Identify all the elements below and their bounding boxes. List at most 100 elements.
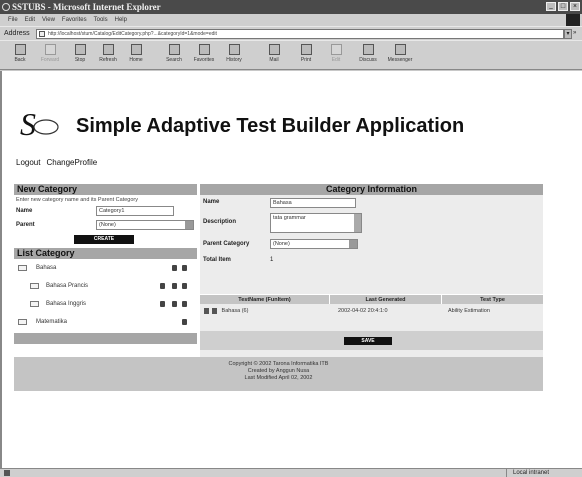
delete-icon[interactable] [182,265,187,271]
category-item[interactable]: Matematika [14,313,197,331]
edit-icon[interactable] [172,283,177,289]
category-name[interactable]: Bahasa Prancis [46,277,88,295]
save-bar: SAVE [200,331,543,350]
tests-table: TestName (FunItem) Last Generated Test T… [200,294,543,318]
mail-icon [268,44,280,55]
stum-logo-icon: S [20,107,59,141]
page-content: S Simple Adaptive Test Builder Applicati… [0,71,582,468]
tests-table-header: TestName (FunItem) Last Generated Test T… [200,294,543,304]
info-name-input[interactable]: Bahasa [270,198,356,208]
move-icon[interactable] [160,283,165,289]
history-button[interactable]: History [220,43,248,69]
address-input[interactable]: http://localhost/stum/Catalog/EditCatego… [36,29,564,39]
menu-favorites[interactable]: Favorites [62,14,87,26]
last-generated-cell: 2002-04-02 20:4:1:0 [338,308,388,314]
move-icon[interactable] [160,301,165,307]
app-title: Simple Adaptive Test Builder Application [76,115,465,137]
address-bar: Address http://localhost/stum/Catalog/Ed… [0,26,582,40]
delete-icon[interactable] [182,283,187,289]
menu-view[interactable]: View [42,14,55,26]
minimize-icon[interactable]: _ [546,2,556,11]
refresh-icon [102,44,114,55]
info-parent-row: Parent Category (None) [200,237,543,253]
table-row[interactable]: Bahasa (6) 2002-04-02 20:4:1:0 Ability E… [200,304,543,318]
page-footer: Copyright © 2002 Tarona Informatika ITB … [14,357,543,391]
favorites-button[interactable]: Favorites [190,43,218,69]
new-category-hint: Enter new category name and its Parent C… [16,197,138,203]
chevron-down-icon [349,240,357,248]
browser-toolbar: Back Forward Stop Refresh Home Search Fa… [0,40,582,70]
category-name[interactable]: Bahasa [36,259,56,277]
left-column: New Category Enter new category name and… [14,184,197,344]
info-total-value: 1 [270,257,274,263]
category-item[interactable]: Bahasa Prancis [14,277,197,295]
delete-icon[interactable] [182,319,187,325]
edit-icon[interactable] [172,301,177,307]
menu-edit[interactable]: Edit [25,14,35,26]
refresh-button[interactable]: Refresh [94,43,122,69]
textarea-scrollbar[interactable] [354,214,361,232]
delete-icon[interactable] [182,301,187,307]
forward-icon [44,44,56,55]
folder-icon [18,319,27,325]
folder-icon [30,283,39,289]
view-test-icon[interactable] [212,307,217,314]
close-icon[interactable]: × [570,2,580,11]
category-name[interactable]: Matematika [36,313,67,331]
category-name[interactable]: Bahasa Inggris [46,295,86,313]
category-name-input[interactable]: Category1 [96,206,174,216]
save-button[interactable]: SAVE [344,337,392,345]
ie-throbber-icon [566,14,580,26]
category-item[interactable]: Bahasa Inggris [14,295,197,313]
history-icon [228,44,240,55]
window-title: SSTUBS - Microsoft Internet Explorer [12,2,161,12]
info-description-textarea[interactable]: tata grammar [270,213,362,233]
parent-label: Parent [16,222,35,228]
info-parent-select[interactable]: (None) [270,239,358,249]
create-button[interactable]: CREATE [74,235,134,244]
back-button[interactable]: Back [6,43,34,69]
links-icon[interactable]: » [573,30,576,36]
mail-button[interactable]: Mail [260,43,288,69]
address-dropdown-icon[interactable]: ▾ [564,29,572,39]
window-controls: _ □ × [546,2,580,11]
ie-logo-icon [2,3,10,11]
edit-button[interactable]: Edit [322,43,350,69]
list-category-header: List Category [14,248,197,259]
stop-button[interactable]: Stop [66,43,94,69]
folder-icon [18,265,27,271]
window-titlebar: SSTUBS - Microsoft Internet Explorer _ □… [0,0,582,14]
menu-file[interactable]: File [8,14,18,26]
menu-help[interactable]: Help [115,14,127,26]
search-icon [168,44,180,55]
category-item[interactable]: Bahasa [14,259,197,277]
logout-link[interactable]: Logout [16,158,40,167]
messenger-icon [394,44,406,55]
print-icon [300,44,312,55]
edit-icon[interactable] [172,265,177,271]
search-button[interactable]: Search [160,43,188,69]
menu-tools[interactable]: Tools [94,14,108,26]
edit-test-icon[interactable] [204,307,209,314]
info-name-row: Name Bahasa [200,195,543,211]
info-total-label: Total Item [203,257,231,263]
messenger-button[interactable]: Messenger [386,43,414,69]
discuss-icon [362,44,374,55]
discuss-button[interactable]: Discuss [354,43,382,69]
status-bar: Local intranet [0,468,582,477]
home-icon [130,44,142,55]
info-description-row: Description tata grammar [200,211,543,237]
print-button[interactable]: Print [292,43,320,69]
parent-select[interactable]: (None) [96,220,194,230]
new-category-header: New Category [14,184,197,195]
edit-icon [330,44,342,55]
maximize-icon[interactable]: □ [558,2,568,11]
info-total-row: Total Item 1 [200,253,543,269]
test-name[interactable]: Bahasa (6) [222,308,249,314]
forward-button[interactable]: Forward [36,43,64,69]
address-label: Address [4,30,30,37]
info-description-value: tata grammar [273,215,306,221]
info-parent-label: Parent Category [203,241,250,247]
home-button[interactable]: Home [122,43,150,69]
change-profile-link[interactable]: ChangeProfile [46,158,97,167]
